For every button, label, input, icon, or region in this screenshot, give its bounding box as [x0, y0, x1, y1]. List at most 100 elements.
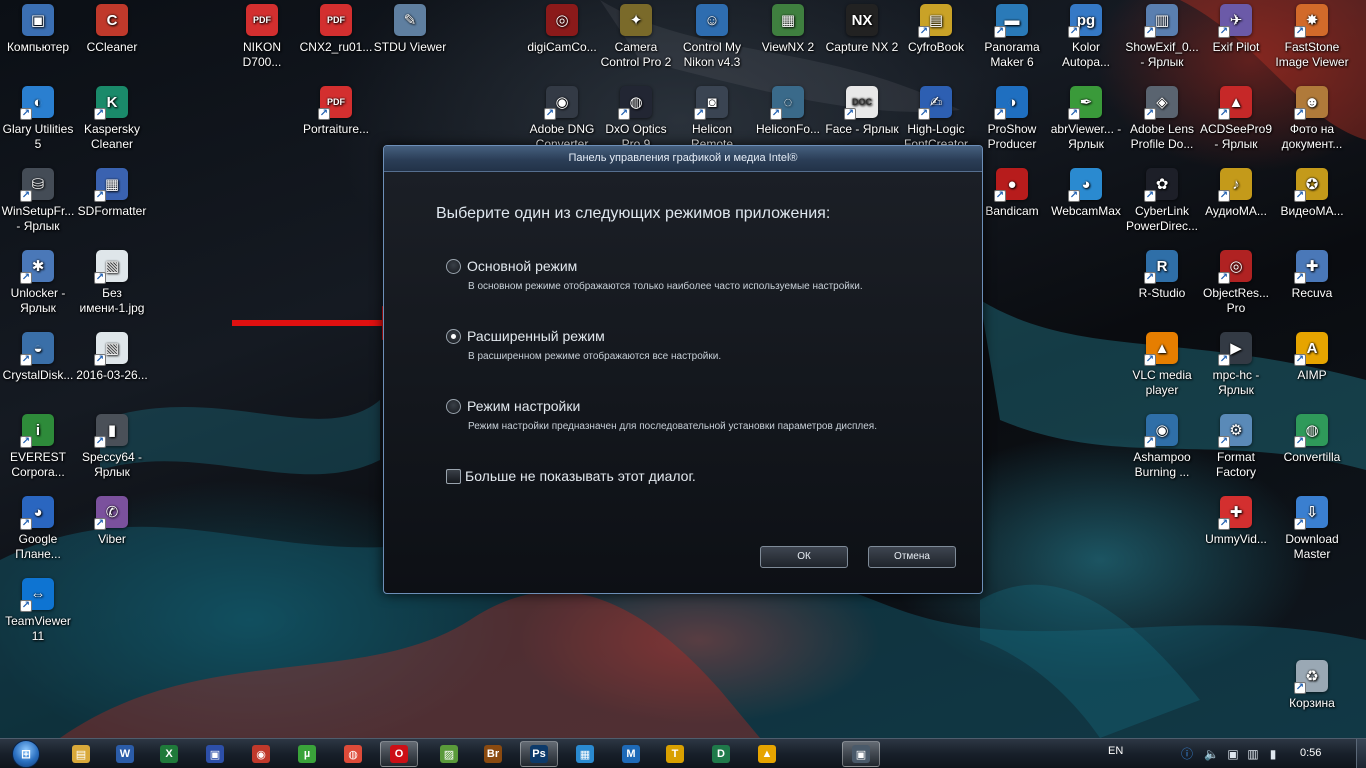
taskbar-app-button[interactable]: ◉: [242, 741, 280, 767]
desktop-icon[interactable]: ✒ ↗ abrViewer... - Ярлык: [1048, 86, 1124, 152]
power-icon[interactable]: ▮: [1266, 747, 1280, 761]
taskbar-app-button[interactable]: µ: [288, 741, 326, 767]
mode-basic-label[interactable]: Основной режим: [467, 258, 577, 274]
taskbar-app-button[interactable]: Ps: [520, 741, 558, 767]
dont-show-again[interactable]: Больше не показывать этот диалог.: [446, 468, 696, 484]
desktop-icon[interactable]: ✚ ↗ UmmyVid...: [1198, 496, 1274, 547]
desktop-icon[interactable]: ✆ ↗ Viber: [74, 496, 150, 547]
taskbar-app-button[interactable]: D: [702, 741, 740, 767]
desktop-icon[interactable]: ✱ ↗ Unlocker - Ярлык: [0, 250, 76, 316]
desktop-icon[interactable]: ✈ ↗ Exif Pilot: [1198, 4, 1274, 55]
desktop-icon[interactable]: ◈ ↗ Adobe Lens Profile Do...: [1124, 86, 1200, 152]
desktop-icon[interactable]: ◙ ↗ Helicon Remote: [674, 86, 750, 152]
desktop-icon[interactable]: A ↗ AIMP: [1274, 332, 1350, 383]
desktop-icon[interactable]: ⚙ ↗ Format Factory: [1198, 414, 1274, 480]
show-desktop-button[interactable]: [1356, 739, 1366, 768]
cancel-button[interactable]: Отмена: [868, 546, 956, 568]
desktop-icon[interactable]: ◒ ↗ CrystalDisk...: [0, 332, 76, 383]
mode-basic[interactable]: Основной режим В основном режиме отображ…: [446, 258, 863, 292]
desktop-icon[interactable]: PDF ↗ Portraiture...: [298, 86, 374, 137]
desktop-icon[interactable]: K ↗ Kaspersky Cleaner: [74, 86, 150, 152]
desktop-icon[interactable]: ♻ ↗ Корзина: [1274, 660, 1350, 711]
desktop-icon[interactable]: DOC ↗ Face - Ярлык: [824, 86, 900, 137]
mode-advanced[interactable]: Расширенный режим В расширенном режиме о…: [446, 328, 721, 362]
desktop-icon[interactable]: ▲ ↗ ACDSeePro9 - Ярлык: [1198, 86, 1274, 152]
desktop-icon[interactable]: ⛁ ↗ WinSetupFr... - Ярлык: [0, 168, 76, 234]
desktop-icon[interactable]: ◕ ↗ WebcamMax: [1048, 168, 1124, 219]
desktop-icon[interactable]: ▧ ↗ Без имени-1.jpg: [74, 250, 150, 316]
desktop-icon[interactable]: ◉ ↗ Adobe DNG Converter: [524, 86, 600, 152]
taskbar-app-button[interactable]: M: [612, 741, 650, 767]
taskbar-app-button[interactable]: Br: [474, 741, 512, 767]
desktop-icon[interactable]: ▶ ↗ mpc-hc - Ярлык: [1198, 332, 1274, 398]
radio-setup-mode[interactable]: [446, 398, 461, 414]
taskbar-app-button[interactable]: ◍: [334, 741, 372, 767]
desktop-icon[interactable]: ● ↗ Bandicam: [974, 168, 1050, 219]
clock[interactable]: 0:56: [1300, 747, 1321, 759]
volume-icon[interactable]: 🔈: [1204, 747, 1219, 761]
desktop-icon[interactable]: ▦ ↗ SDFormatter: [74, 168, 150, 219]
desktop-icon[interactable]: ✚ ↗ Recuva: [1274, 250, 1350, 301]
desktop-icon[interactable]: ▤ ↗ CyfroBook: [898, 4, 974, 55]
dont-show-checkbox[interactable]: [446, 468, 461, 484]
desktop-icon[interactable]: ✍ ↗ High-Logic FontCreator: [898, 86, 974, 152]
info-icon[interactable]: ⓘ: [1180, 747, 1194, 761]
desktop-icon[interactable]: ◌ ↗ HeliconFo...: [750, 86, 826, 137]
desktop-icon[interactable]: ✪ ↗ ВидеоМА...: [1274, 168, 1350, 219]
desktop-icon[interactable]: R ↗ R-Studio: [1124, 250, 1200, 301]
taskbar-app-button[interactable]: ▨: [430, 741, 468, 767]
mode-setup[interactable]: Режим настройки Режим настройки предназн…: [446, 398, 877, 432]
desktop-icon[interactable]: ⇔ ↗ TeamViewer 11: [0, 578, 76, 644]
desktop-icon[interactable]: ◑ ↗ ProShow Producer: [974, 86, 1050, 152]
dont-show-label[interactable]: Больше не показывать этот диалог.: [465, 468, 696, 484]
desktop-icon[interactable]: pg ↗ Kolor Autopa...: [1048, 4, 1124, 70]
radio-advanced-mode[interactable]: [446, 328, 461, 344]
desktop-icon[interactable]: ◎ ↗ ObjectRes... Pro: [1198, 250, 1274, 316]
desktop-icon[interactable]: ▣ Компьютер: [0, 4, 76, 55]
desktop-icon[interactable]: ✎ STDU Viewer: [372, 4, 448, 55]
desktop-icon[interactable]: PDF NIKON D700...: [224, 4, 300, 70]
desktop-icon-label: CrystalDisk...: [2, 368, 74, 382]
desktop-icon[interactable]: ◍ ↗ DxO Optics Pro 9: [598, 86, 674, 152]
desktop-icon[interactable]: ◉ ↗ Ashampoo Burning ...: [1124, 414, 1200, 480]
desktop-icon[interactable]: ☻ ↗ Фото на документ...: [1274, 86, 1350, 152]
taskbar-app-button[interactable]: ▣: [842, 741, 880, 767]
desktop-icon[interactable]: ⇩ ↗ Download Master: [1274, 496, 1350, 562]
language-indicator[interactable]: EN: [1108, 745, 1123, 757]
desktop-icon[interactable]: ▬ ↗ Panorama Maker 6: [974, 4, 1050, 70]
desktop-icon[interactable]: ◕ ↗ Google Плане...: [0, 496, 76, 562]
desktop-icon[interactable]: ▲ ↗ VLC media player: [1124, 332, 1200, 398]
desktop-icon[interactable]: ◐ ↗ Glary Utilities 5: [0, 86, 76, 152]
taskbar-app-button[interactable]: ▦: [566, 741, 604, 767]
ok-button[interactable]: ОК: [760, 546, 848, 568]
desktop-icon[interactable]: ♪ ↗ АудиоМА...: [1198, 168, 1274, 219]
desktop-icon[interactable]: ✸ ↗ FastStone Image Viewer: [1274, 4, 1350, 70]
taskbar-app-button[interactable]: X: [150, 741, 188, 767]
desktop-icon-label: Download Master: [1285, 532, 1339, 561]
start-button[interactable]: ⊞: [6, 739, 46, 768]
taskbar-app-button[interactable]: ▣: [196, 741, 234, 767]
radio-basic-mode[interactable]: [446, 258, 461, 274]
desktop-icon[interactable]: ☺ Control My Nikon v4.3: [674, 4, 750, 70]
taskbar-app-button[interactable]: T: [656, 741, 694, 767]
desktop-icon[interactable]: ▥ ↗ ShowExif_0... - Ярлык: [1124, 4, 1200, 70]
desktop-icon[interactable]: ✿ ↗ CyberLink PowerDirec...: [1124, 168, 1200, 234]
desktop-icon[interactable]: ▮ ↗ Speccy64 - Ярлык: [74, 414, 150, 480]
desktop-icon[interactable]: ✦ Camera Control Pro 2: [598, 4, 674, 70]
taskbar-app-button[interactable]: ▤: [62, 741, 100, 767]
network-icon[interactable]: ▥: [1246, 747, 1260, 761]
desktop-icon[interactable]: NX Capture NX 2: [824, 4, 900, 55]
taskbar-app-button[interactable]: O: [380, 741, 418, 767]
desktop-icon[interactable]: C CCleaner: [74, 4, 150, 55]
taskbar-app-button[interactable]: ▲: [748, 741, 786, 767]
taskbar-app-button[interactable]: W: [106, 741, 144, 767]
desktop-icon[interactable]: ◍ ↗ Convertilla: [1274, 414, 1350, 465]
mode-setup-label[interactable]: Режим настройки: [467, 398, 580, 414]
desktop-icon[interactable]: ◎ digiCamCo...: [524, 4, 600, 55]
desktop-icon[interactable]: ▦ ViewNX 2: [750, 4, 826, 55]
mode-advanced-label[interactable]: Расширенный режим: [467, 328, 605, 344]
desktop-icon[interactable]: ▧ ↗ 2016-03-26...: [74, 332, 150, 383]
tray-device-icon[interactable]: ▣: [1226, 747, 1240, 761]
desktop-icon[interactable]: i ↗ EVEREST Corpora...: [0, 414, 76, 480]
desktop-icon[interactable]: PDF CNX2_ru01...: [298, 4, 374, 55]
